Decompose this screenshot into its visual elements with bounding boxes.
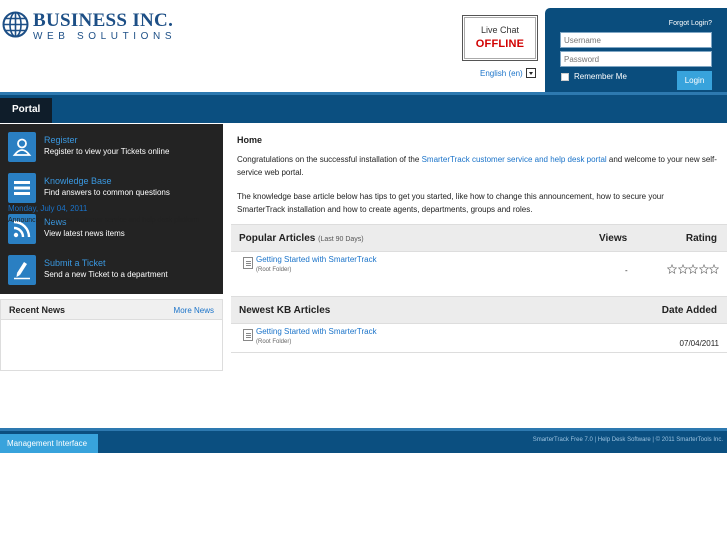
language-label: English (en)	[480, 68, 523, 78]
star-icon	[698, 264, 709, 274]
sidebar-item-desc: Send a new Ticket to a department	[44, 270, 168, 279]
sidebar-item-desc: View latest news items	[44, 229, 125, 238]
rating-column-header: Rating	[685, 233, 717, 244]
star-icon	[709, 264, 719, 274]
article-title-link[interactable]: Getting Started with SmarterTrack	[256, 327, 377, 336]
sidebar-item-submit-ticket[interactable]: Submit a Ticket Send a new Ticket to a d…	[0, 251, 223, 292]
live-chat-button[interactable]: Live Chat OFFLINE	[462, 15, 538, 61]
login-button[interactable]: Login	[677, 71, 712, 90]
logo-main-text: BUSINESS INC.	[33, 10, 174, 31]
sidebar-item-title[interactable]: Register	[44, 134, 169, 146]
password-input[interactable]	[560, 51, 712, 67]
user-icon	[8, 132, 36, 162]
star-icon	[677, 264, 688, 274]
popular-articles-header: Popular Articles (Last 90 Days) Views Ra…	[231, 224, 727, 252]
document-icon	[243, 329, 253, 341]
sidebar-item-register[interactable]: Register Register to view your Tickets o…	[0, 128, 223, 169]
logo[interactable]: BUSINESS INC. WEB SOLUTIONS	[2, 10, 177, 42]
popular-subtitle: (Last 90 Days)	[318, 236, 364, 243]
news-date-link[interactable]: Monday, July 04, 2011	[8, 204, 87, 213]
page-title: Home	[237, 135, 263, 145]
recent-news-panel: Recent News More News	[0, 299, 223, 371]
intro-text-pre: Congratulations on the successful instal…	[237, 155, 422, 164]
username-input[interactable]	[560, 32, 712, 48]
intro-paragraph: Congratulations on the successful instal…	[237, 154, 727, 179]
sidebar-item-title[interactable]: Knowledge Base	[44, 175, 170, 187]
article-title-link[interactable]: Getting Started with SmarterTrack	[256, 255, 377, 264]
forgot-login-link[interactable]: Forgot Login?	[669, 20, 712, 27]
copyright-text: SmarterTrack Free 7.0 | Help Desk Softwa…	[532, 437, 723, 443]
sidebar-item-title[interactable]: Submit a Ticket	[44, 257, 168, 269]
remember-me-checkbox[interactable]	[561, 72, 569, 81]
star-icon	[667, 264, 677, 274]
sidebar-item-desc: Find answers to common questions	[44, 188, 170, 197]
live-chat-status: OFFLINE	[475, 38, 525, 50]
remember-me[interactable]: Remember Me	[561, 72, 627, 81]
newest-articles-title: Newest KB Articles	[239, 305, 331, 316]
header: BUSINESS INC. WEB SOLUTIONS Live Chat OF…	[0, 0, 727, 92]
recent-news-title: Recent News	[9, 305, 66, 315]
intro-paragraph-2: The knowledge base article below has tip…	[237, 192, 664, 214]
footer: Management Interface SmarterTrack Free 7…	[0, 428, 727, 453]
article-folder: (Root Folder)	[256, 339, 292, 345]
popular-articles-title: Popular Articles (Last 90 Days)	[239, 233, 364, 244]
popular-title-text: Popular Articles	[239, 233, 316, 244]
date-added-column-header: Date Added	[661, 305, 717, 316]
article-date-added: 07/04/2011	[679, 339, 719, 348]
article-views: -	[625, 266, 628, 275]
list-item: Getting Started with SmarterTrack (Root …	[231, 253, 727, 293]
logo-sub-text: WEB SOLUTIONS	[33, 31, 177, 42]
sidebar: Register Register to view your Tickets o…	[0, 124, 223, 371]
list-icon	[8, 173, 36, 203]
live-chat-label: Live Chat	[480, 25, 520, 35]
star-icon	[688, 264, 698, 274]
pencil-icon	[8, 255, 36, 285]
document-icon	[243, 257, 253, 269]
recent-news-header: Recent News More News	[1, 300, 222, 320]
chevron-down-icon[interactable]	[525, 68, 536, 78]
management-interface-button[interactable]: Management Interface	[0, 434, 98, 453]
newest-articles-header: Newest KB Articles Date Added	[231, 296, 727, 324]
tab-portal[interactable]: Portal	[0, 98, 52, 123]
more-news-link[interactable]: More News	[174, 306, 214, 315]
login-panel: Forgot Login? Remember Me Login	[545, 8, 727, 92]
news-text: Announcing our new customer service and …	[8, 217, 200, 224]
article-folder: (Root Folder)	[256, 267, 292, 273]
smartertrack-link[interactable]: SmarterTrack customer service and help d…	[422, 155, 607, 164]
article-rating	[667, 264, 719, 274]
remember-me-label: Remember Me	[574, 72, 627, 81]
sidebar-item-desc: Register to view your Tickets online	[44, 147, 170, 156]
globe-icon	[2, 11, 29, 38]
nav-bar: Portal	[0, 92, 727, 123]
language-selector[interactable]: English (en)	[480, 68, 536, 78]
list-item: Getting Started with SmarterTrack (Root …	[231, 325, 727, 353]
views-column-header: Views	[599, 233, 628, 244]
